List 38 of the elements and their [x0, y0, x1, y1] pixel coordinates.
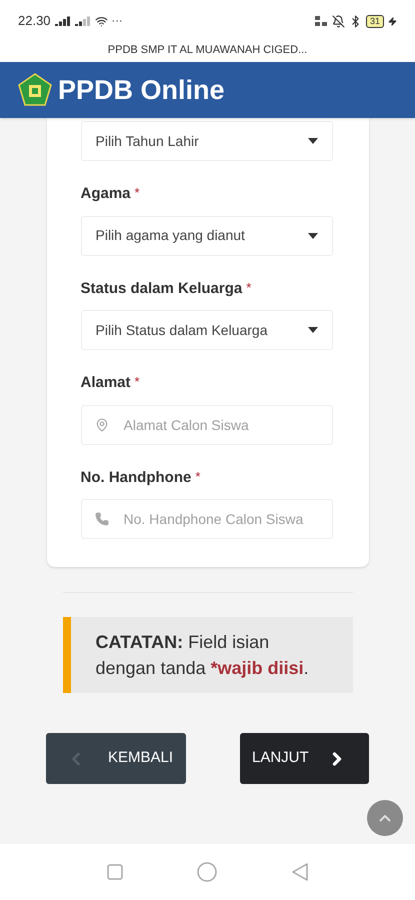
home-icon[interactable] — [197, 862, 218, 882]
wifi-icon — [94, 14, 108, 28]
recent-apps-icon[interactable] — [107, 864, 124, 880]
select-field[interactable]: Pilih agama yang dianut — [80, 216, 332, 256]
signal-icon — [74, 16, 91, 26]
back-button[interactable]: KEMBALI — [46, 733, 186, 784]
school-logo-icon — [18, 73, 52, 107]
text-input[interactable]: No. Handphone Calon Siswa — [80, 499, 332, 539]
caret-icon — [308, 232, 318, 238]
more-indicator: ··· — [112, 14, 123, 29]
field-label: No. Handphone — [80, 468, 192, 488]
required-mark: * — [195, 468, 200, 486]
field-label: Status dalam Keluarga — [80, 278, 242, 298]
clock-time: 22.30 — [18, 12, 51, 30]
app-title: PPDB Online — [58, 74, 225, 107]
note-text: CATATAN: Field isian dengan tanda *wajib diisi. — [96, 631, 310, 680]
select-field[interactable]: Pilih Status dalam Keluarga — [80, 310, 332, 350]
required-mark: * — [134, 184, 140, 202]
field-label: Alamat — [80, 373, 131, 393]
required-mark: * — [134, 373, 140, 391]
map-pin-icon — [94, 418, 108, 432]
network-icon — [314, 15, 328, 27]
battery-indicator: 31 — [366, 14, 384, 28]
chevron-up-icon — [379, 814, 391, 822]
text-input[interactable]: Alamat Calon Siswa — [80, 404, 332, 444]
field-label: Agama — [80, 184, 131, 204]
caret-icon — [308, 138, 318, 144]
select-field[interactable]: Pilih Tahun Lahir — [80, 121, 332, 161]
phone-icon — [94, 512, 108, 526]
next-button[interactable]: LANJUT — [240, 733, 369, 784]
required-mark: * — [246, 278, 252, 296]
page-title: PPDB SMP IT AL MUAWANAH CIGED... — [108, 43, 308, 58]
caret-icon — [308, 327, 318, 333]
back-icon[interactable] — [292, 863, 308, 881]
scroll-top-button[interactable] — [367, 800, 403, 836]
signal-icon — [54, 16, 71, 26]
bell-off-icon — [332, 14, 345, 28]
charging-icon — [388, 16, 397, 26]
